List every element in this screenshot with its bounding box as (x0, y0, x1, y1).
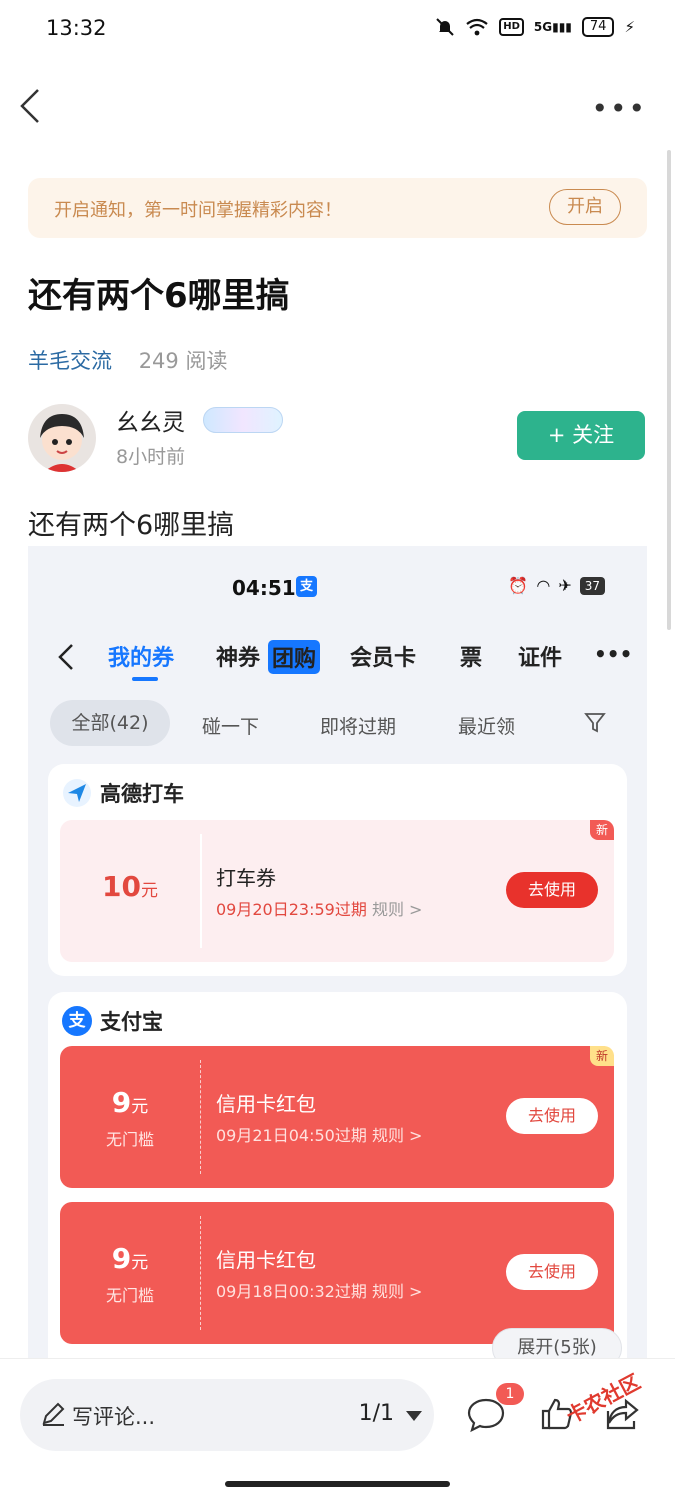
coupon-name: 信用卡红包 (216, 1092, 316, 1116)
follow-button[interactable]: + 关注 (517, 411, 645, 460)
alipay-status-icon: 支 (296, 576, 317, 597)
tab-my-coupons: 我的券 (108, 646, 175, 671)
image-status-icons: ⏰ ◠ ✈ 37 (508, 576, 605, 595)
coupon-name: 信用卡红包 (216, 1248, 316, 1272)
expand-coupons-button: 展开(5张) (492, 1328, 622, 1358)
coupon-divider (200, 834, 202, 948)
avatar[interactable] (28, 404, 96, 472)
coupon-condition: 无门槛 (105, 1130, 154, 1149)
use-coupon-button: 去使用 (506, 1254, 598, 1290)
read-count: 249 阅读 (138, 349, 228, 373)
coupon-credit-card-1: 9元 无门槛 信用卡红包 09月21日04:50过期 规则 > 去使用 新 (60, 1046, 614, 1188)
author-name[interactable]: 幺幺灵 (116, 403, 185, 437)
coupon-divider (200, 1060, 201, 1174)
gaode-logo-icon (63, 779, 91, 807)
merchant-name: 支付宝 (100, 1010, 163, 1034)
tab-god-coupons: 神券 (216, 646, 261, 671)
use-coupon-button: 去使用 (506, 1098, 598, 1134)
enable-notification-button[interactable]: 开启 (549, 189, 621, 225)
coupon-amount: 9元 (111, 1086, 149, 1119)
filter-tap: 碰一下 (202, 716, 260, 738)
coupon-group-alipay: 支 支付宝 9元 无门槛 信用卡红包 09月21日04:50过期 规则 > 去使… (48, 992, 627, 1358)
alarm-icon: ⏰ (508, 576, 529, 595)
mute-bell-icon (436, 18, 454, 36)
signal-icon: 5G▮▮▮ (533, 20, 572, 34)
comment-input[interactable]: 写评论... 1/1 (20, 1379, 434, 1451)
coupon-condition: 无门槛 (105, 1286, 154, 1305)
use-coupon-button: 去使用 (506, 872, 598, 908)
post-time: 8小时前 (116, 446, 186, 468)
home-indicator[interactable] (225, 1481, 450, 1487)
merchant-name: 高德打车 (100, 782, 184, 806)
comment-count-badge: 1 (496, 1383, 524, 1405)
coupon-amount: 10元 (102, 870, 158, 903)
group-buy-badge: 团购 (268, 640, 321, 674)
coupon-expiry: 09月20日23:59过期 规则 > (216, 900, 423, 919)
image-status-time: 04:51 (232, 576, 296, 600)
coupon-name: 打车券 (216, 866, 276, 890)
coupon-amount: 9元 (111, 1242, 149, 1275)
page-dropdown-icon[interactable] (406, 1411, 422, 1421)
image-wifi-icon: ◠ (536, 576, 551, 595)
category-link[interactable]: 羊毛交流 (28, 349, 112, 373)
filter-all: 全部(42) (50, 700, 170, 746)
status-time: 13:32 (46, 16, 107, 40)
image-battery-icon: 37 (579, 576, 605, 595)
avatar-image (40, 414, 84, 472)
comment-placeholder: 写评论... (72, 1405, 156, 1429)
notification-text: 开启通知，第一时间掌握精彩内容！ (54, 200, 342, 221)
airplane-icon: ✈ (558, 576, 572, 595)
coupon-tabs: 我的券 神券 团购 会员卡 票 证件 ••• (28, 636, 647, 686)
battery-icon: 74 (581, 17, 615, 37)
active-tab-indicator (132, 677, 158, 681)
filter-recent: 最近领 (458, 716, 516, 738)
post-meta: 羊毛交流 249 阅读 (28, 345, 227, 375)
filter-funnel-icon (584, 713, 606, 733)
charging-icon: ⚡ (624, 18, 635, 36)
coupon-expiry: 09月21日04:50过期 规则 > (216, 1126, 423, 1145)
pen-icon (42, 1402, 65, 1426)
status-icons: HD 5G▮▮▮ 74 ⚡ (435, 17, 635, 37)
post-title: 还有两个6哪里搞 (28, 276, 290, 316)
image-more-icon: ••• (594, 642, 633, 666)
new-tag: 新 (590, 820, 614, 840)
coupon-divider (200, 1216, 201, 1330)
alipay-logo-icon: 支 (62, 1006, 92, 1036)
post-body: 还有两个6哪里搞 (28, 510, 235, 541)
coupon-filters: 全部(42) 碰一下 即将过期 最近领 (28, 698, 647, 748)
network-type: 5G (533, 20, 553, 34)
author-level-badge-icon (203, 407, 283, 433)
coupon-credit-card-2: 9元 无门槛 信用卡红包 09月18日00:32过期 规则 > 去使用 (60, 1202, 614, 1344)
tab-member-card: 会员卡 (350, 646, 417, 671)
status-bar: 13:32 HD 5G▮▮▮ 74 ⚡ (0, 0, 675, 62)
notification-banner: 开启通知，第一时间掌握精彩内容！ 开启 (28, 178, 647, 238)
post-image[interactable]: 04:51 支 ⏰ ◠ ✈ 37 我的券 神券 团购 会员卡 票 证件 ••• … (28, 546, 647, 1358)
coupon-expiry: 09月18日00:32过期 规则 > (216, 1282, 423, 1301)
merchant-header: 支 支付宝 (62, 1006, 163, 1036)
tab-tickets: 票 (460, 646, 483, 671)
filter-expiring: 即将过期 (320, 716, 397, 738)
back-arrow-icon[interactable] (16, 86, 46, 126)
new-tag: 新 (590, 1046, 614, 1066)
hd-icon: HD (499, 18, 524, 36)
coupon-group-gaode: 高德打车 10元 打车券 09月20日23:59过期 规则 > 去使用 新 (48, 764, 627, 976)
scrollbar[interactable] (667, 150, 671, 630)
page-indicator[interactable]: 1/1 (359, 1401, 394, 1426)
image-back-icon (58, 644, 73, 670)
wifi-icon (466, 18, 488, 36)
merchant-header: 高德打车 (62, 778, 184, 808)
coupon-taxi: 10元 打车券 09月20日23:59过期 规则 > 去使用 新 (60, 820, 614, 962)
more-options-icon[interactable]: ••• (591, 92, 647, 125)
tab-certificates: 证件 (518, 646, 563, 671)
